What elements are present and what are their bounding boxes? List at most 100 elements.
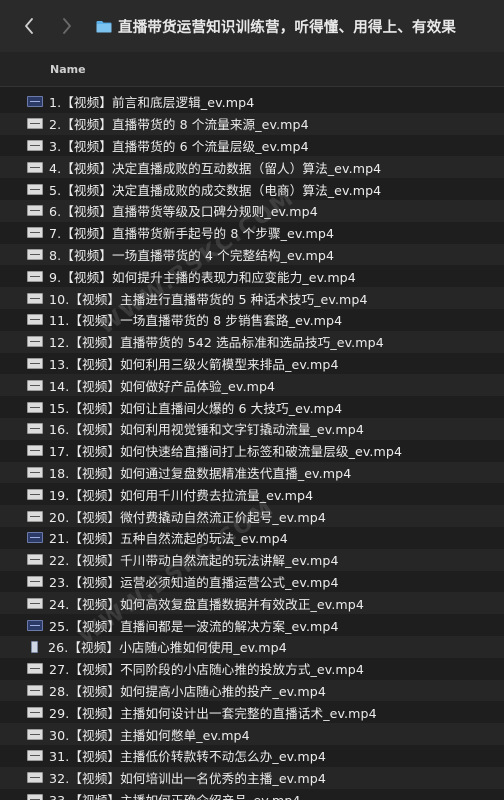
video-file-icon <box>27 575 43 587</box>
file-row[interactable]: 8.【视频】一场直播带货的 4 个完整结构_ev.mp4 <box>0 243 504 266</box>
file-name: 6.【视频】直播带货等级及口碑分规则_ev.mp4 <box>49 204 318 220</box>
file-name: 30.【视频】主播如何憋单_ev.mp4 <box>49 727 250 743</box>
file-name: 8.【视频】一场直播带货的 4 个完整结构_ev.mp4 <box>49 247 335 263</box>
video-file-icon <box>27 227 43 239</box>
file-row[interactable]: 24.【视频】如何高效复盘直播数据并有效改正_ev.mp4 <box>0 592 504 615</box>
file-row[interactable]: 4.【视频】决定直播成败的互动数据（留人）算法_ev.mp4 <box>0 156 504 179</box>
file-name: 15.【视频】如何让直播间火爆的 6 大技巧_ev.mp4 <box>49 400 343 416</box>
file-name: 21.【视频】五种自然流起的玩法_ev.mp4 <box>49 531 288 547</box>
file-name: 25.【视频】直播间都是一波流的解决方案_ev.mp4 <box>49 618 339 634</box>
file-name: 28.【视频】如何提高小店随心推的投产_ev.mp4 <box>49 683 326 699</box>
video-file-icon <box>27 205 43 217</box>
video-file-icon <box>27 248 43 260</box>
video-file-icon <box>27 270 43 282</box>
file-name: 1.【视频】前言和底层逻辑_ev.mp4 <box>49 95 255 111</box>
video-file-icon <box>27 139 43 151</box>
file-name: 26.【视频】小店随心推如何使用_ev.mp4 <box>48 640 287 656</box>
video-file-icon <box>27 706 43 718</box>
file-name: 5.【视频】决定直播成败的成交数据（电商）算法_ev.mp4 <box>49 182 382 198</box>
list-header: Name <box>0 52 504 87</box>
file-name: 20.【视频】微付费撬动自然流正价起号_ev.mp4 <box>49 509 326 525</box>
file-name: 9.【视频】如何提升主播的表现力和应变能力_ev.mp4 <box>49 269 356 285</box>
file-row[interactable]: 32.【视频】如何培训出一名优秀的主播_ev.mp4 <box>0 766 504 789</box>
file-row[interactable]: 30.【视频】主播如何憋单_ev.mp4 <box>0 723 504 745</box>
file-row[interactable]: 11.【视频】一场直播带货的 8 步销售套路_ev.mp4 <box>0 309 504 331</box>
folder-icon <box>96 20 112 33</box>
file-row[interactable]: 1.【视频】前言和底层逻辑_ev.mp4 <box>0 91 504 113</box>
file-name: 3.【视频】直播带货的 6 个流量层级_ev.mp4 <box>49 138 309 154</box>
file-name: 16.【视频】如何利用视觉锤和文字钉撬动流量_ev.mp4 <box>49 422 365 438</box>
forward-button[interactable] <box>56 12 78 40</box>
file-name: 4.【视频】决定直播成败的互动数据（留人）算法_ev.mp4 <box>49 160 382 176</box>
chevron-left-icon <box>25 18 33 34</box>
file-row[interactable]: 21.【视频】五种自然流起的玩法_ev.mp4 <box>0 527 504 549</box>
file-row[interactable]: 3.【视频】直播带货的 6 个流量层级_ev.mp4 <box>0 135 504 157</box>
file-name: 18.【视频】如何通过复盘数据精准迭代直播_ev.mp4 <box>49 465 352 481</box>
file-row[interactable]: 33.【视频】主播如何正确介绍产品_ev.mp4 <box>0 789 504 800</box>
video-file-icon <box>31 640 38 653</box>
file-name: 2.【视频】直播带货的 8 个流量来源_ev.mp4 <box>49 117 309 133</box>
file-row[interactable]: 26.【视频】小店随心推如何使用_ev.mp4 <box>0 635 504 658</box>
file-row[interactable]: 7.【视频】直播带货新手起号的 8 个步骤_ev.mp4 <box>0 222 504 244</box>
file-row[interactable]: 18.【视频】如何通过复盘数据精准迭代直播_ev.mp4 <box>0 461 504 484</box>
file-row[interactable]: 22.【视频】千川带动自然流起的玩法讲解_ev.mp4 <box>0 548 504 571</box>
file-row[interactable]: 19.【视频】如何用千川付费去拉流量_ev.mp4 <box>0 483 504 505</box>
file-name: 17.【视频】如何快速给直播间打上标签和破流量层级_ev.mp4 <box>49 444 403 460</box>
file-name: 27.【视频】不同阶段的小店随心推的投放方式_ev.mp4 <box>49 662 365 678</box>
file-name: 31.【视频】主播低价转款转不动怎么办_ev.mp4 <box>49 749 326 765</box>
file-name: 19.【视频】如何用千川付费去拉流量_ev.mp4 <box>49 487 314 503</box>
video-file-icon <box>27 423 43 435</box>
file-row[interactable]: 20.【视频】微付费撬动自然流正价起号_ev.mp4 <box>0 505 504 527</box>
file-name: 29.【视频】主播如何设计出一套完整的直播话术_ev.mp4 <box>49 705 377 721</box>
file-row[interactable]: 12.【视频】直播带货的 542 选品标准和选品技巧_ev.mp4 <box>0 330 504 353</box>
file-name: 12.【视频】直播带货的 542 选品标准和选品技巧_ev.mp4 <box>49 335 384 351</box>
file-row[interactable]: 5.【视频】决定直播成败的成交数据（电商）算法_ev.mp4 <box>0 178 504 200</box>
file-row[interactable]: 27.【视频】不同阶段的小店随心推的投放方式_ev.mp4 <box>0 658 504 680</box>
file-name: 10.【视频】主播进行直播带货的 5 种话术技巧_ev.mp4 <box>49 291 368 307</box>
file-row[interactable]: 17.【视频】如何快速给直播间打上标签和破流量层级_ev.mp4 <box>0 440 504 462</box>
video-file-icon <box>27 183 43 195</box>
file-row[interactable]: 2.【视频】直播带货的 8 个流量来源_ev.mp4 <box>0 112 504 135</box>
file-row[interactable]: 15.【视频】如何让直播间火爆的 6 大技巧_ev.mp4 <box>0 396 504 418</box>
video-file-icon <box>27 619 43 631</box>
file-row[interactable]: 25.【视频】直播间都是一波流的解决方案_ev.mp4 <box>0 614 504 636</box>
video-file-icon <box>27 401 43 413</box>
file-name: 13.【视频】如何利用三级火箭模型来排品_ev.mp4 <box>49 356 339 372</box>
file-row[interactable]: 6.【视频】直播带货等级及口碑分规则_ev.mp4 <box>0 199 504 222</box>
file-row[interactable]: 16.【视频】如何利用视觉锤和文字钉撬动流量_ev.mp4 <box>0 417 504 440</box>
file-row[interactable]: 14.【视频】如何做好产品体验_ev.mp4 <box>0 374 504 397</box>
video-file-icon <box>27 772 43 784</box>
video-file-icon <box>27 663 43 675</box>
column-header-name[interactable]: Name <box>50 63 86 76</box>
file-name: 11.【视频】一场直播带货的 8 步销售套路_ev.mp4 <box>49 313 343 329</box>
file-row[interactable]: 13.【视频】如何利用三级火箭模型来排品_ev.mp4 <box>0 353 504 375</box>
file-row[interactable]: 28.【视频】如何提高小店随心推的投产_ev.mp4 <box>0 679 504 702</box>
file-row[interactable]: 23.【视频】运营必须知道的直播运营公式_ev.mp4 <box>0 571 504 593</box>
chevron-right-icon <box>63 18 71 34</box>
file-row[interactable]: 29.【视频】主播如何设计出一套完整的直播话术_ev.mp4 <box>0 701 504 723</box>
video-file-icon <box>27 336 43 348</box>
video-file-icon <box>27 96 43 108</box>
video-file-icon <box>27 379 43 391</box>
video-file-icon <box>27 161 43 173</box>
video-file-icon <box>27 466 43 478</box>
video-file-icon <box>27 357 43 369</box>
file-row[interactable]: 10.【视频】主播进行直播带货的 5 种话术技巧_ev.mp4 <box>0 287 504 309</box>
video-file-icon <box>27 488 43 500</box>
video-file-icon <box>27 554 43 566</box>
back-button[interactable] <box>18 12 40 40</box>
file-list: 1.【视频】前言和底层逻辑_ev.mp4 2.【视频】直播带货的 8 个流量来源_… <box>0 91 504 800</box>
video-file-icon <box>27 510 43 522</box>
file-name: 33.【视频】主播如何正确介绍产品_ev.mp4 <box>49 790 301 800</box>
file-name: 24.【视频】如何高效复盘直播数据并有效改正_ev.mp4 <box>49 596 365 612</box>
file-row[interactable]: 9.【视频】如何提升主播的表现力和应变能力_ev.mp4 <box>0 265 504 287</box>
file-row[interactable]: 31.【视频】主播低价转款转不动怎么办_ev.mp4 <box>0 745 504 767</box>
file-name: 7.【视频】直播带货新手起号的 8 个步骤_ev.mp4 <box>49 226 335 242</box>
video-file-icon <box>27 118 43 130</box>
file-name: 32.【视频】如何培训出一名优秀的主播_ev.mp4 <box>49 771 326 787</box>
video-file-icon <box>27 684 43 696</box>
video-file-icon <box>27 314 43 326</box>
video-file-icon <box>27 597 43 609</box>
video-file-icon <box>27 292 43 304</box>
file-name: 22.【视频】千川带动自然流起的玩法讲解_ev.mp4 <box>49 553 339 569</box>
